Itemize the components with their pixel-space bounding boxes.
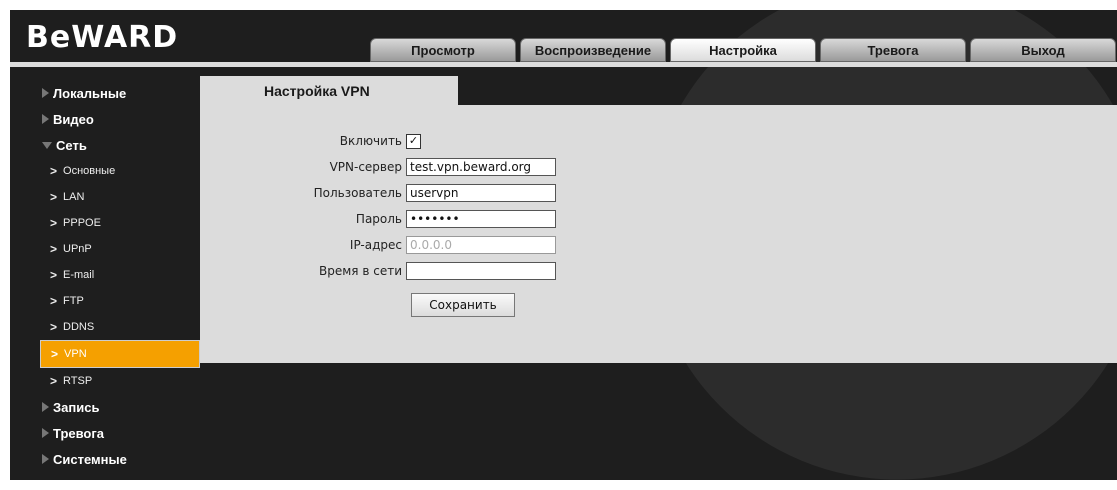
- sidebar-subitem-upnp[interactable]: > UPnP: [40, 236, 200, 262]
- sidebar-subitem-label: RTSP: [63, 375, 93, 387]
- online-time-input: [406, 262, 556, 280]
- sidebar-subitem-label: LAN: [63, 191, 85, 203]
- sidebar-subitem-label: E-mail: [63, 269, 95, 281]
- chevron-right-icon: >: [50, 268, 58, 282]
- chevron-right-icon: >: [50, 294, 58, 308]
- tab-playback[interactable]: Воспроизведение: [520, 38, 666, 62]
- collapsed-triangle-icon: [42, 114, 49, 124]
- top-tabs: Просмотр Воспроизведение Настройка Трево…: [370, 38, 1117, 62]
- vpn-server-input[interactable]: test.vpn.beward.org: [406, 158, 556, 176]
- sidebar-subitem-lan[interactable]: > LAN: [40, 184, 200, 210]
- header-divider: [10, 62, 1117, 67]
- tab-view[interactable]: Просмотр: [370, 38, 516, 62]
- enable-checkbox[interactable]: ✓: [406, 133, 421, 149]
- sidebar-item-video[interactable]: Видео: [40, 106, 200, 132]
- sidebar-subitem-vpn[interactable]: > VPN: [40, 340, 200, 368]
- tab-settings[interactable]: Настройка: [670, 38, 816, 62]
- beward-logo: BeWARD: [26, 20, 179, 55]
- sidebar-subitem-label: PPPOE: [63, 217, 101, 229]
- chevron-right-icon: >: [50, 190, 58, 204]
- collapsed-triangle-icon: [42, 88, 49, 98]
- app-frame: BeWARD Просмотр Воспроизведение Настройк…: [10, 10, 1117, 480]
- sidebar-subitem-rtsp[interactable]: > RTSP: [40, 368, 200, 394]
- chevron-right-icon: >: [50, 216, 58, 230]
- sidebar-item-label: Видео: [53, 111, 94, 127]
- sidebar-subitem-label: DDNS: [63, 321, 95, 333]
- enable-row: Включить ✓: [200, 131, 421, 151]
- save-button[interactable]: Сохранить: [411, 293, 515, 317]
- ip-row: IP-адрес 0.0.0.0: [200, 235, 556, 255]
- sidebar-item-alarm[interactable]: Тревога: [40, 420, 200, 446]
- user-row: Пользователь uservpn: [200, 183, 556, 203]
- sidebar-item-label: Запись: [53, 399, 100, 415]
- sidebar-subitem-pppoe[interactable]: > PPPOE: [40, 210, 200, 236]
- enable-label: Включить: [339, 134, 402, 148]
- sidebar-subitem-ftp[interactable]: > FTP: [40, 288, 200, 314]
- chevron-right-icon: >: [50, 164, 58, 178]
- tab-alarm[interactable]: Тревога: [820, 38, 966, 62]
- time-row: Время в сети: [200, 261, 556, 281]
- sidebar: Локальные Видео Сеть > Основные > LAN > PPP…: [40, 80, 200, 472]
- sidebar-subitem-ddns[interactable]: > DDNS: [40, 314, 200, 340]
- chevron-right-icon: >: [50, 242, 58, 256]
- collapsed-triangle-icon: [42, 454, 49, 464]
- username-input[interactable]: uservpn: [406, 184, 556, 202]
- expanded-triangle-icon: [42, 141, 52, 149]
- collapsed-triangle-icon: [42, 402, 49, 412]
- sidebar-subitem-basic[interactable]: > Основные: [40, 158, 200, 184]
- vpn-settings-panel: Включить ✓ VPN-сервер test.vpn.beward.or…: [200, 105, 1117, 363]
- sidebar-item-label: Тревога: [53, 425, 105, 441]
- sidebar-item-label: Сеть: [56, 137, 87, 153]
- chevron-right-icon: >: [51, 347, 59, 361]
- ip-address-input: 0.0.0.0: [406, 236, 556, 254]
- password-input[interactable]: •••••••: [406, 210, 556, 228]
- user-label: Пользователь: [313, 186, 402, 200]
- server-label: VPN-сервер: [329, 160, 402, 174]
- sidebar-subitem-email[interactable]: > E-mail: [40, 262, 200, 288]
- sidebar-item-record[interactable]: Запись: [40, 394, 200, 420]
- server-row: VPN-сервер test.vpn.beward.org: [200, 157, 556, 177]
- panel-title: Настройка VPN: [200, 76, 458, 105]
- sidebar-subitem-label: UPnP: [63, 243, 92, 255]
- ip-label: IP-адрес: [349, 238, 402, 252]
- chevron-right-icon: >: [50, 320, 58, 334]
- sidebar-subitem-label: Основные: [63, 165, 116, 177]
- collapsed-triangle-icon: [42, 428, 49, 438]
- sidebar-item-local[interactable]: Локальные: [40, 80, 200, 106]
- sidebar-item-label: Системные: [53, 451, 127, 467]
- sidebar-subitem-label: VPN: [64, 348, 87, 360]
- time-label: Время в сети: [319, 264, 402, 278]
- password-row: Пароль •••••••: [200, 209, 556, 229]
- tab-logout[interactable]: Выход: [970, 38, 1116, 62]
- sidebar-item-network[interactable]: Сеть: [40, 132, 200, 158]
- sidebar-item-system[interactable]: Системные: [40, 446, 200, 472]
- password-label: Пароль: [355, 212, 402, 226]
- sidebar-subitem-label: FTP: [63, 295, 84, 307]
- chevron-right-icon: >: [50, 374, 58, 388]
- sidebar-item-label: Локальные: [53, 85, 127, 101]
